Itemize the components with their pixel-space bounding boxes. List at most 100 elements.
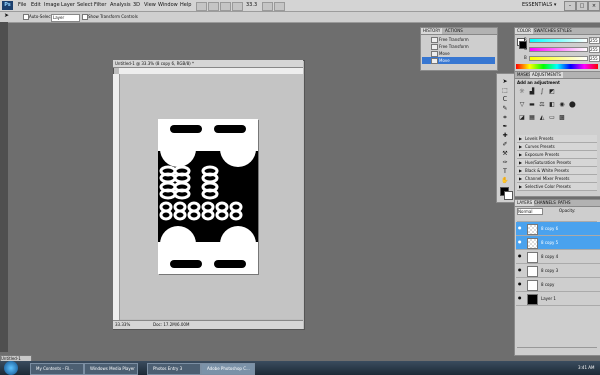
blend-mode-dropdown[interactable]: Normal	[517, 208, 543, 215]
minimize-button[interactable]: –	[564, 1, 576, 11]
taskbar-item[interactable]: Windows Media Player	[84, 363, 138, 375]
photo-filter-icon[interactable]: ◉	[559, 102, 565, 108]
history-item-selected[interactable]: Move	[422, 57, 495, 64]
document-size[interactable]: Doc: 17.2M/6.00M	[153, 321, 189, 329]
menu-image[interactable]: Image	[44, 2, 60, 8]
menu-analysis[interactable]: Analysis	[110, 2, 131, 8]
green-value[interactable]: 255	[589, 46, 600, 53]
posterize-icon[interactable]: ▦	[529, 115, 535, 121]
threshold-icon[interactable]: ◭	[539, 115, 545, 121]
tab-swatches[interactable]: SWATCHES	[532, 28, 558, 34]
menu-help[interactable]: Help	[180, 2, 191, 8]
channel-mixer-icon[interactable]: ⬤	[569, 102, 576, 108]
layer-row[interactable]: ● 8 copy 6	[516, 222, 600, 236]
preset-item[interactable]: ▶ Hue/Saturation Presets	[517, 159, 597, 167]
close-button[interactable]: ×	[588, 1, 600, 11]
auto-select-dropdown[interactable]: Layer	[51, 14, 80, 22]
type-tool-icon[interactable]: T	[500, 168, 510, 176]
layer-row[interactable]: ● 8 copy 3	[516, 264, 600, 278]
blue-slider[interactable]	[529, 56, 588, 61]
lasso-tool-icon[interactable]: ᑕ	[500, 96, 510, 104]
preset-item[interactable]: ▶ Curves Presets	[517, 143, 597, 151]
menu-filter[interactable]: Filter	[94, 2, 106, 8]
menu-window[interactable]: Window	[158, 2, 178, 8]
menu-edit[interactable]: Edit	[31, 2, 41, 8]
invert-icon[interactable]: ◪	[519, 115, 525, 121]
black-white-icon[interactable]: ◧	[549, 102, 555, 108]
move-tool-icon[interactable]: ➤	[4, 12, 9, 19]
taskbar-item[interactable]: My Contents - Fil...	[30, 363, 84, 375]
menu-view[interactable]: View	[144, 2, 156, 8]
history-item[interactable]: Free Transform	[422, 43, 495, 50]
tab-history[interactable]: HISTORY	[421, 28, 443, 34]
color-spectrum[interactable]	[516, 64, 598, 69]
eyedropper-tool-icon[interactable]: ✒	[500, 123, 510, 131]
layer-row[interactable]: ● 8 copy 5	[516, 236, 600, 250]
zoom-percent[interactable]: 33.33%	[115, 321, 130, 329]
menu-3d[interactable]: 3D	[133, 2, 140, 8]
menu-file[interactable]: File	[18, 2, 26, 8]
start-button[interactable]	[4, 361, 18, 375]
preset-item[interactable]: ▶ Black & White Presets	[517, 167, 597, 175]
minibridge-button[interactable]	[208, 2, 219, 11]
brightness-icon[interactable]: ☼	[519, 89, 525, 95]
history-item[interactable]: Free Transform	[422, 36, 495, 43]
tab-channels[interactable]: CHANNELS	[532, 200, 558, 206]
marquee-tool-icon[interactable]: ⬚	[500, 87, 510, 95]
move-tool-icon[interactable]: ➤	[500, 78, 510, 86]
taskbar-item-active[interactable]: Adobe Photoshop C...	[201, 363, 255, 375]
hand-tool-button[interactable]	[220, 2, 231, 11]
eye-icon[interactable]: ●	[518, 254, 523, 258]
preset-item[interactable]: ▶ Selective Color Presets	[517, 183, 597, 191]
document-title[interactable]: Untitled-1 @ 33.3% (8 copy 6, RGB/8) *	[113, 60, 303, 68]
background-color-swatch[interactable]	[504, 191, 513, 200]
brush-tool-icon[interactable]: ✐	[500, 141, 510, 149]
document-canvas[interactable]	[158, 119, 258, 274]
menu-layer[interactable]: Layer	[61, 2, 75, 8]
green-slider[interactable]	[529, 47, 588, 52]
maximize-button[interactable]: □	[576, 1, 588, 11]
vibrance-icon[interactable]: ▽	[519, 102, 525, 108]
history-item[interactable]: Move	[422, 50, 495, 57]
bridge-button[interactable]	[196, 2, 207, 11]
workspace-switcher[interactable]: ESSENTIALS ▾	[522, 2, 556, 8]
crop-tool-icon[interactable]: ⌗	[500, 114, 510, 122]
preset-item[interactable]: ▶ Channel Mixer Presets	[517, 175, 597, 183]
gradient-map-icon[interactable]: ▭	[549, 115, 555, 121]
selective-color-icon[interactable]: ▩	[559, 115, 565, 121]
tab-paths[interactable]: PATHS	[556, 200, 573, 206]
curves-icon[interactable]: ∫	[539, 89, 545, 95]
hand-tool-icon[interactable]: ✋	[500, 177, 510, 185]
arrange-documents-button[interactable]	[262, 2, 273, 11]
layer-row[interactable]: ● 8 copy 4	[516, 250, 600, 264]
preset-item[interactable]: ▶ Levels Presets	[517, 135, 597, 143]
exposure-icon[interactable]: ◩	[549, 89, 555, 95]
eye-icon[interactable]: ●	[518, 282, 523, 286]
screen-mode-button[interactable]	[274, 2, 285, 11]
eye-icon[interactable]: ●	[518, 296, 523, 300]
quick-select-tool-icon[interactable]: ✎	[500, 105, 510, 113]
menu-select[interactable]: Select	[77, 2, 92, 8]
tab-adjustments[interactable]: ADJUSTMENTS	[530, 72, 563, 78]
eye-icon[interactable]: ●	[518, 240, 523, 244]
hue-saturation-icon[interactable]: ▬	[529, 102, 535, 108]
clone-stamp-tool-icon[interactable]: ⚒	[500, 150, 510, 158]
tab-styles[interactable]: STYLES	[555, 28, 574, 34]
layer-row[interactable]: ● Layer 1	[516, 292, 600, 306]
eye-icon[interactable]: ●	[518, 226, 523, 230]
system-clock[interactable]: 3:41 AM	[578, 365, 594, 370]
red-value[interactable]: 255	[589, 37, 600, 44]
zoom-tool-button[interactable]	[232, 2, 243, 11]
tab-actions[interactable]: ACTIONS	[443, 28, 465, 34]
layer-row[interactable]: ● 8 copy	[516, 278, 600, 292]
healing-tool-icon[interactable]: ✚	[500, 132, 510, 140]
red-slider[interactable]	[529, 38, 588, 43]
taskbar-item[interactable]: Photos Entry 3	[147, 363, 201, 375]
blue-value[interactable]: 255	[589, 55, 600, 62]
eye-icon[interactable]: ●	[518, 268, 523, 272]
preset-item[interactable]: ▶ Exposure Presets	[517, 151, 597, 159]
tab-color[interactable]: COLOR	[515, 28, 533, 34]
levels-icon[interactable]: ▟	[529, 89, 535, 95]
pen-tool-icon[interactable]: ✑	[500, 159, 510, 167]
color-balance-icon[interactable]: ⚖	[539, 102, 545, 108]
